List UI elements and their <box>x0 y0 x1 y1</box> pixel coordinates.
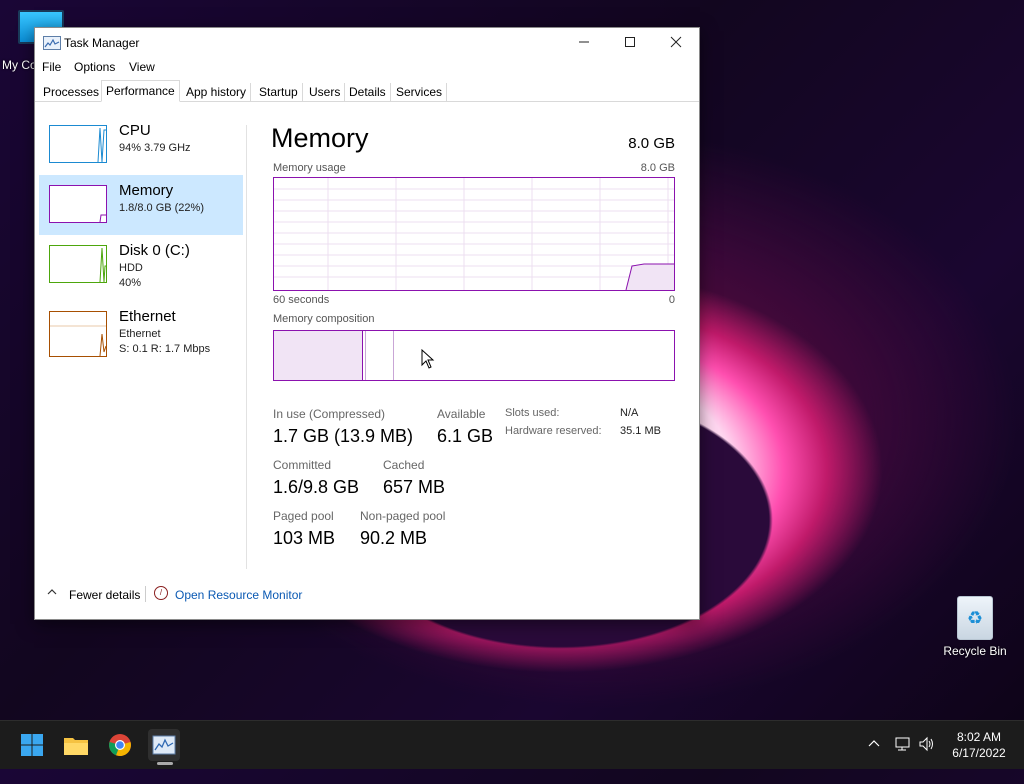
recycle-bin-icon: ♻ <box>957 596 993 640</box>
memory-usage-graph <box>273 177 675 291</box>
in-use-segment <box>274 331 363 380</box>
clock[interactable]: 8:02 AM 6/17/2022 <box>944 729 1014 761</box>
network-icon <box>895 737 910 751</box>
fewer-details-button[interactable]: Fewer details <box>69 588 140 602</box>
hardware-reserved-value: 35.1 MB <box>620 425 661 437</box>
available-label: Available <box>437 407 486 421</box>
recycle-bin-label: Recycle Bin <box>943 644 1007 658</box>
sidebar-item-sub: Ethernet <box>119 328 161 340</box>
sidebar-item-cpu[interactable]: CPU 94% 3.79 GHz <box>39 115 243 175</box>
clock-date: 6/17/2022 <box>952 746 1006 760</box>
disk-mini-graph <box>49 245 107 283</box>
start-button[interactable] <box>16 729 48 761</box>
sidebar-item-sub: 1.8/8.0 GB (22%) <box>119 202 204 214</box>
close-button[interactable] <box>653 28 699 56</box>
minimize-button[interactable] <box>561 28 607 56</box>
memory-composition-bar <box>273 330 675 381</box>
tab-details[interactable]: Details <box>345 83 391 101</box>
resource-monitor-icon[interactable]: / <box>154 586 168 600</box>
my-computer-label: My Co <box>2 58 37 72</box>
close-icon <box>670 36 682 48</box>
file-explorer-button[interactable] <box>60 729 92 761</box>
sidebar-item-title: Ethernet <box>119 308 176 325</box>
pane-divider[interactable] <box>246 125 247 569</box>
page-title: Memory <box>271 123 369 153</box>
available-value: 6.1 GB <box>437 426 494 446</box>
modified-segment <box>365 331 366 380</box>
mouse-cursor-icon <box>421 348 435 374</box>
network-button[interactable] <box>894 736 912 784</box>
maximize-button[interactable] <box>607 28 653 56</box>
tab-startup[interactable]: Startup <box>255 83 303 101</box>
folder-icon <box>64 738 88 755</box>
windows-logo-icon <box>21 734 43 756</box>
task-manager-taskbar-button[interactable] <box>148 729 180 761</box>
taskbar: 8:02 AM 6/17/2022 <box>0 720 1024 769</box>
chrome-icon <box>109 734 131 757</box>
non-paged-pool-label: Non-paged pool <box>360 509 446 523</box>
cached-value: 657 MB <box>383 477 446 497</box>
show-hidden-icons-button[interactable] <box>866 736 882 784</box>
non-paged-pool-value: 90.2 MB <box>360 528 428 548</box>
tab-services[interactable]: Services <box>392 83 448 101</box>
minimize-icon <box>579 41 589 43</box>
chevron-up-icon[interactable] <box>47 586 57 600</box>
time-axis-start: 60 seconds <box>273 294 330 306</box>
committed-value: 1.6/9.8 GB <box>273 477 360 497</box>
sidebar-item-disk[interactable]: Disk 0 (C:) HDD 40% <box>39 235 243 295</box>
sidebar-item-sub: HDD <box>119 262 143 274</box>
chrome-button[interactable] <box>104 729 136 761</box>
standby-segment <box>393 331 394 380</box>
ethernet-mini-graph <box>49 311 107 357</box>
time-axis-end: 0 <box>668 294 675 306</box>
in-use-label: In use (Compressed) <box>273 407 386 421</box>
sidebar-item-sub2: 40% <box>119 277 142 289</box>
maximize-icon <box>625 37 635 47</box>
sidebar-item-title: Memory <box>119 182 174 199</box>
sidebar-item-sub: 94% 3.79 GHz <box>119 142 191 154</box>
sidebar-item-ethernet[interactable]: Ethernet Ethernet S: 0.1 R: 1.7 Mbps <box>39 301 243 361</box>
committed-label: Committed <box>273 458 332 472</box>
recycle-bin-desktop-icon[interactable]: ♻ Recycle Bin <box>938 596 1012 658</box>
memory-total: 8.0 GB <box>628 135 675 152</box>
footer-divider <box>145 586 146 602</box>
memory-usage-label: Memory usage <box>273 162 346 174</box>
cpu-mini-graph <box>49 125 107 163</box>
footer: Fewer details / Open Resource Monitor <box>35 580 699 606</box>
slots-used-label: Slots used: <box>505 407 560 419</box>
tab-performance[interactable]: Performance <box>101 80 180 102</box>
tab-users[interactable]: Users <box>305 83 346 101</box>
hardware-reserved-label: Hardware reserved: <box>505 425 602 437</box>
in-use-value: 1.7 GB (13.9 MB) <box>273 426 414 446</box>
paged-pool-label: Paged pool <box>273 509 334 523</box>
menu-file[interactable]: File <box>42 60 61 74</box>
window-title: Task Manager <box>64 36 140 50</box>
memory-usage-max: 8.0 GB <box>640 162 675 174</box>
memory-mini-graph <box>49 185 107 223</box>
title-bar[interactable]: Task Manager <box>35 28 699 58</box>
task-manager-window: Task Manager File Options View Processes… <box>34 27 700 620</box>
tab-strip: Processes Performance App history Startu… <box>35 80 699 102</box>
memory-composition-label: Memory composition <box>273 313 375 325</box>
menu-options[interactable]: Options <box>74 60 115 74</box>
task-manager-icon <box>152 735 176 755</box>
tab-app-history[interactable]: App history <box>182 83 252 101</box>
open-resource-monitor-link[interactable]: Open Resource Monitor <box>175 588 302 602</box>
cached-label: Cached <box>383 458 425 472</box>
task-manager-app-icon <box>43 36 61 50</box>
tab-processes[interactable]: Processes <box>39 83 105 101</box>
slots-used-value: N/A <box>620 407 639 419</box>
sidebar-item-title: Disk 0 (C:) <box>119 242 190 259</box>
menu-view[interactable]: View <box>129 60 155 74</box>
sidebar-item-memory[interactable]: Memory 1.8/8.0 GB (22%) <box>39 175 243 235</box>
sidebar-item-sub2: S: 0.1 R: 1.7 Mbps <box>119 343 211 355</box>
sidebar-item-title: CPU <box>119 122 151 139</box>
paged-pool-value: 103 MB <box>273 528 336 548</box>
chevron-up-icon <box>868 740 880 747</box>
speaker-icon <box>919 736 933 752</box>
volume-button[interactable] <box>918 736 936 784</box>
clock-time: 8:02 AM <box>956 730 1002 744</box>
active-app-indicator <box>157 762 173 765</box>
